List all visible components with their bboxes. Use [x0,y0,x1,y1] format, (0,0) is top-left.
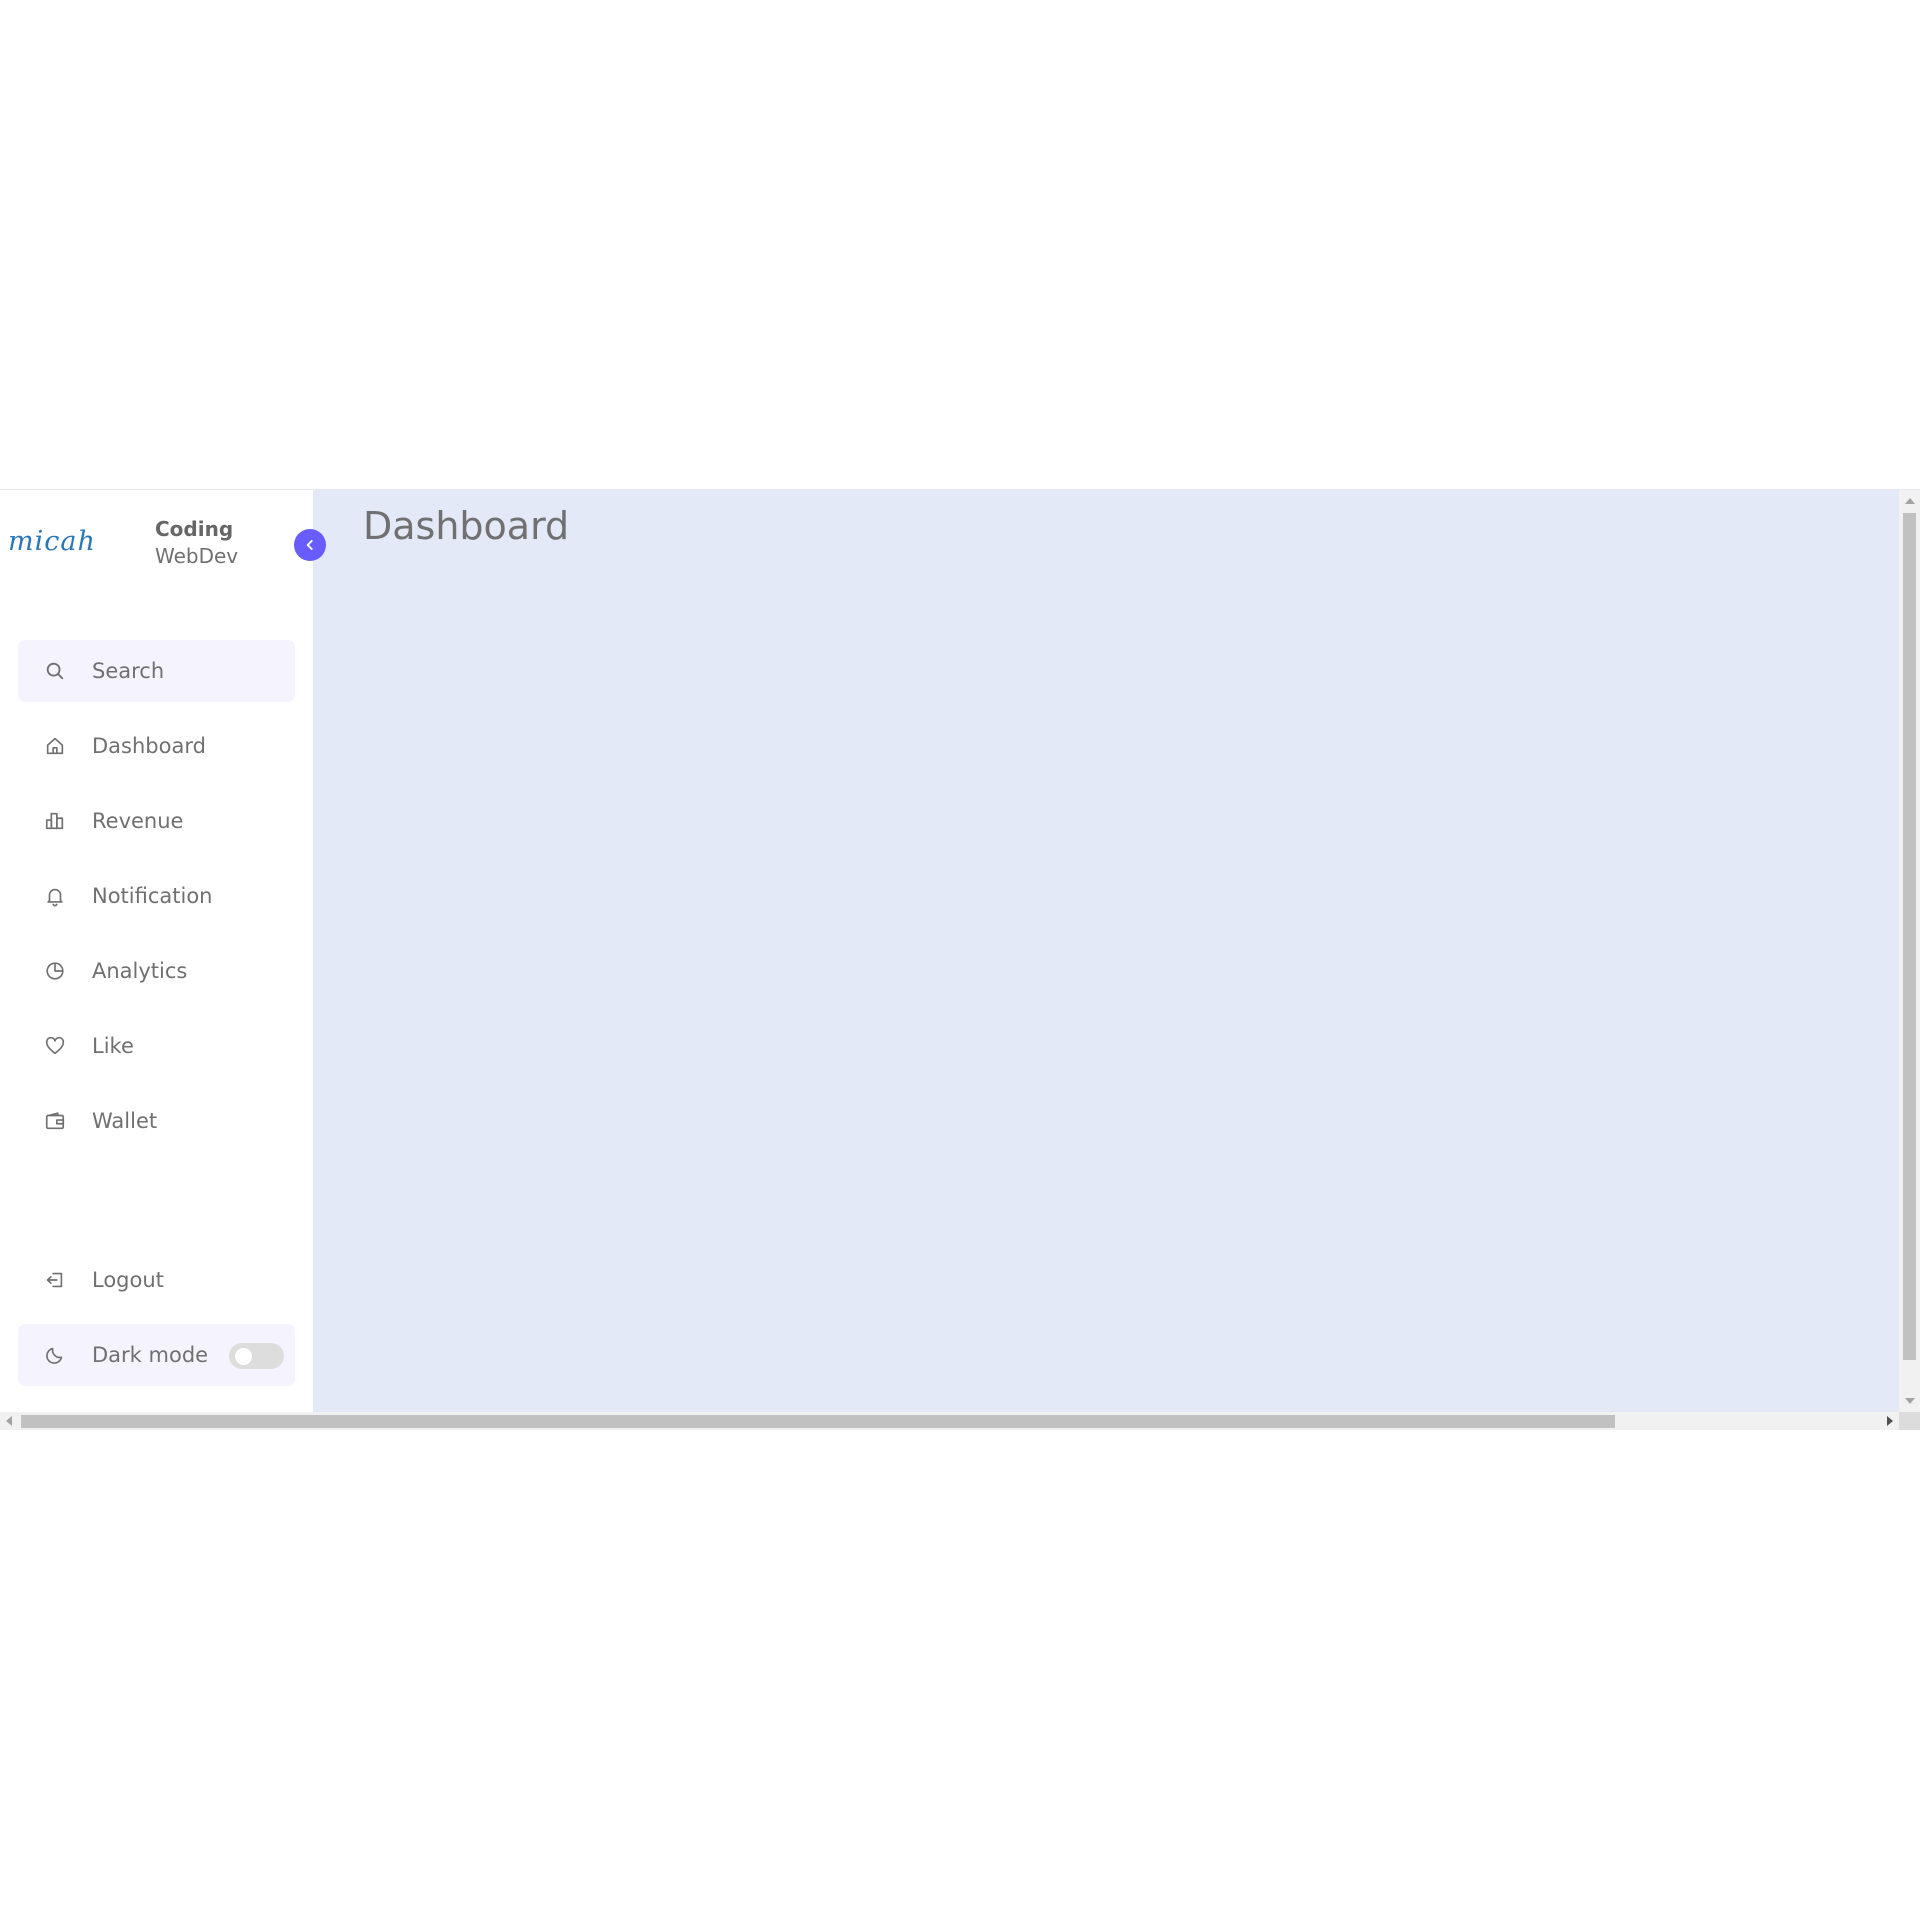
scroll-up-arrow-icon[interactable] [1905,498,1915,504]
horizontal-scrollbar[interactable] [0,1412,1899,1430]
app-window: micah Coding WebDev Search Dashboard Rev… [0,489,1920,1430]
search-bar[interactable]: Search [18,640,295,702]
brand-name: Coding WebDev [155,516,238,570]
brand-name-line1: Coding [155,517,234,541]
brand-logo: micah [8,526,96,557]
dark-mode-toggle[interactable] [229,1343,284,1369]
bell-icon [43,884,67,908]
heart-icon [43,1034,67,1058]
search-icon [43,659,67,683]
search-input[interactable]: Search [92,659,164,683]
sidebar-item-label: Analytics [92,959,188,983]
horizontal-scrollbar-thumb[interactable] [21,1415,1615,1428]
vertical-scrollbar[interactable] [1899,490,1920,1412]
sidebar: micah Coding WebDev Search Dashboard Rev… [0,490,313,1412]
wallet-icon [43,1109,67,1133]
scroll-right-arrow-icon[interactable] [1887,1416,1893,1426]
sidebar-item-dashboard[interactable]: Dashboard [18,715,295,777]
chevron-left-icon [303,538,317,552]
scrollbar-corner [1899,1412,1920,1430]
sidebar-item-notification[interactable]: Notification [18,865,295,927]
page-title: Dashboard [363,504,570,548]
dark-mode-row: Dark mode [18,1324,295,1386]
bar-chart-icon [43,809,67,833]
sidebar-item-like[interactable]: Like [18,1015,295,1077]
pie-chart-icon [43,959,67,983]
sidebar-item-wallet[interactable]: Wallet [18,1090,295,1152]
sidebar-item-label: Wallet [92,1109,158,1133]
logout-icon [43,1268,67,1292]
sidebar-item-label: Notification [92,884,213,908]
sidebar-item-revenue[interactable]: Revenue [18,790,295,852]
sidebar-item-label: Like [92,1034,134,1058]
main-content: Dashboard [313,490,1899,1412]
vertical-scrollbar-thumb[interactable] [1903,513,1916,1360]
toggle-knob [235,1348,252,1365]
scroll-left-arrow-icon[interactable] [6,1416,12,1426]
sidebar-item-analytics[interactable]: Analytics [18,940,295,1002]
sidebar-item-label: Dashboard [92,734,206,758]
home-icon [43,734,67,758]
brand-name-line2: WebDev [155,544,239,568]
moon-icon [43,1343,67,1367]
scroll-down-arrow-icon[interactable] [1905,1398,1915,1404]
sidebar-item-label: Revenue [92,809,184,833]
sidebar-collapse-button[interactable] [294,529,326,561]
logout-label: Logout [92,1268,164,1292]
logout-button[interactable]: Logout [18,1249,295,1311]
dark-mode-label: Dark mode [92,1343,209,1367]
